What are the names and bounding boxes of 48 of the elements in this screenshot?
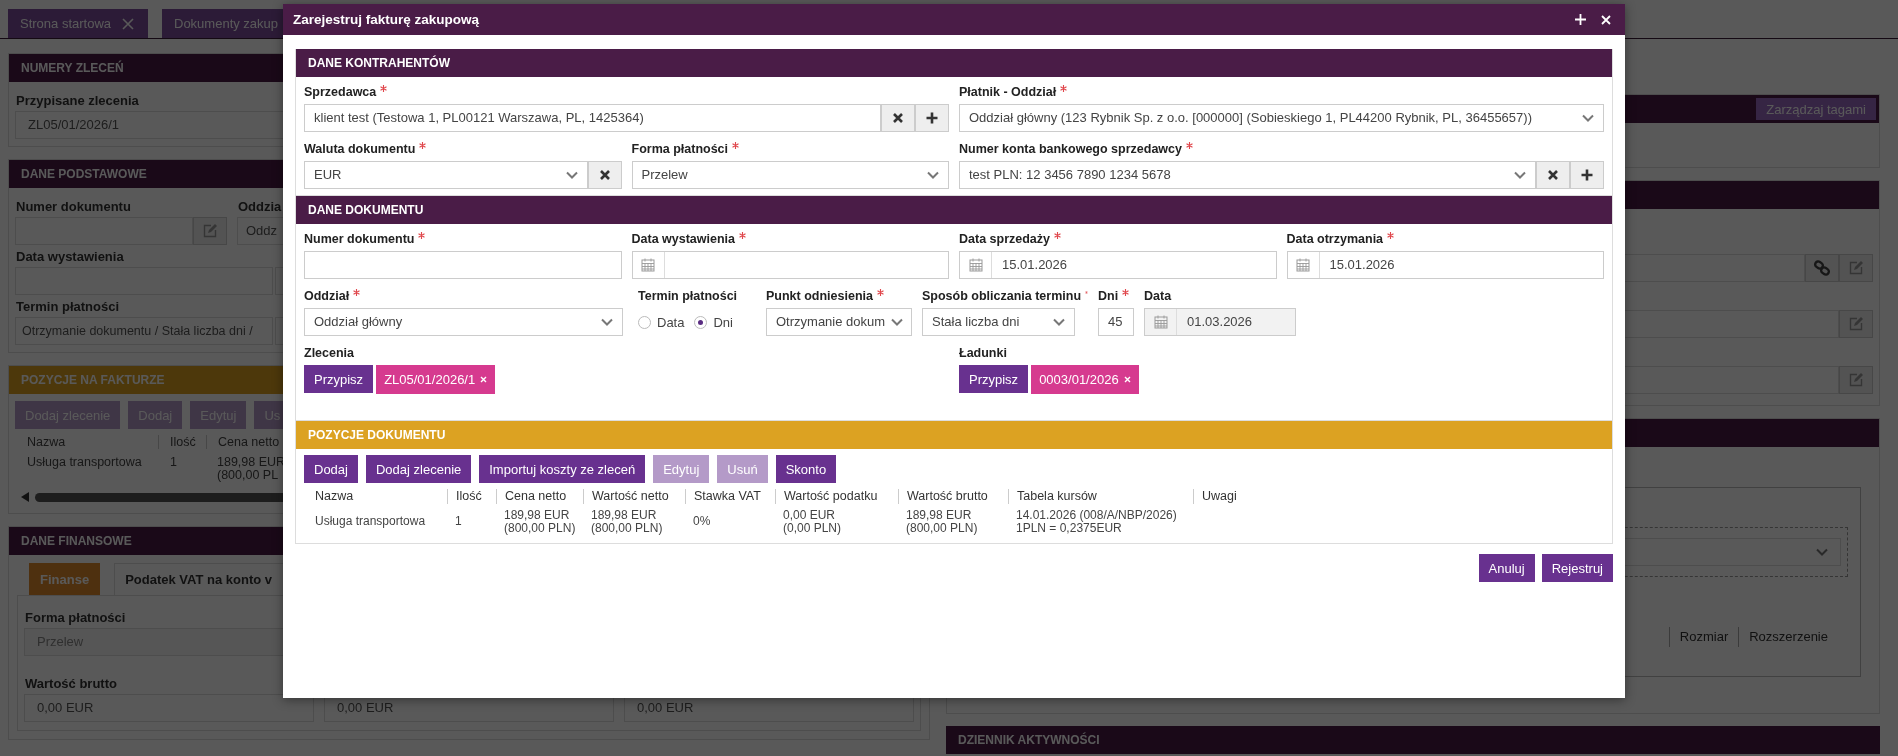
field-label: Sprzedawca xyxy=(304,85,377,99)
field-label: Forma płatności xyxy=(25,610,127,625)
field-label: Data otrzymania xyxy=(1286,232,1384,246)
column-header: Uwagi xyxy=(1193,489,1604,504)
field-label: Termin płatności xyxy=(16,299,121,314)
table-cell-text: 1 xyxy=(454,513,463,530)
section-header: DANE DOKUMENTU xyxy=(296,196,1612,224)
column-header: Wartość podatku xyxy=(775,489,898,504)
table-cell-text: 0% xyxy=(692,513,712,530)
table-cell-text: 1 xyxy=(169,454,178,471)
field-label: Numer dokumentu xyxy=(304,232,415,246)
field-label: Punkt odniesienia xyxy=(766,289,873,303)
section-header: POZYCJE DOKUMENTU xyxy=(296,421,1612,449)
column-header: Nazwa xyxy=(314,489,355,504)
field-label: Data wystawienia xyxy=(16,249,125,264)
column-header: Cena netto xyxy=(206,435,281,449)
column-header: Cena netto xyxy=(496,489,583,504)
field-label: Forma płatności xyxy=(631,142,729,156)
field-label: Data wystawienia xyxy=(631,232,735,246)
field-label: Numer konta bankowego sprzedawcy xyxy=(959,142,1182,156)
field-label: Termin płatności xyxy=(638,289,738,303)
column-header: Stawka VAT xyxy=(685,489,775,504)
field-label: Oddział xyxy=(304,289,350,303)
field-label: Wartość brutto xyxy=(25,676,118,691)
dialog-title: Zarejestruj fakturę zakupową xyxy=(293,12,481,27)
table-cell-text: Usługa transportowa xyxy=(26,454,143,471)
column-header: Wartość netto xyxy=(583,489,685,504)
field-label: Ładunki xyxy=(959,346,1007,360)
column-header: Ilość xyxy=(447,489,496,504)
column-header: Wartość brutto xyxy=(898,489,1008,504)
column-header: Tabela kursów xyxy=(1008,489,1193,504)
field-label: Data sprzedaży xyxy=(959,232,1050,246)
field-label: Numer dokumentu xyxy=(16,199,132,214)
field-label: Oddzia xyxy=(238,199,282,214)
field-label: Dni xyxy=(1098,289,1119,303)
section-header: DZIENNIK AKTYWNOŚCI xyxy=(946,726,1880,754)
field-label: Data xyxy=(1144,289,1172,303)
field-label: Płatnik - Oddział xyxy=(959,85,1057,99)
table-cell-text: Usługa transportowa xyxy=(314,513,427,530)
column-header: Nazwa xyxy=(26,435,67,449)
column-header: Rozszerzenie xyxy=(1738,627,1838,647)
table-cell-text: 14.01.2026 (008/A/NBP/2026) 1PLN = 0,2375EUR xyxy=(1015,507,1178,534)
field-label: Zlecenia xyxy=(304,346,355,360)
section-header: DANE KONTRAHENTÓW xyxy=(296,49,1612,77)
column-header: Rozmiar xyxy=(1668,627,1739,647)
column-header: Ilość xyxy=(158,435,206,449)
field-label: Sposób obliczania terminu xyxy=(922,289,1082,303)
field-label: Waluta dokumentu xyxy=(304,142,416,156)
